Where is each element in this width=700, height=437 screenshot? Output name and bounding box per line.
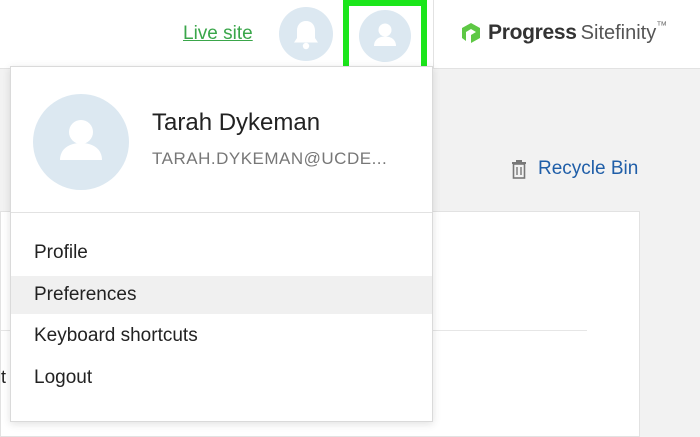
trademark: ™ [656, 20, 668, 32]
trash-icon [512, 160, 526, 179]
brand-product: Sitefinity [580, 21, 657, 44]
avatar [33, 94, 129, 190]
notifications-button[interactable] [279, 7, 333, 61]
bell-icon [294, 21, 318, 50]
user-menu-list: Profile Preferences Keyboard shortcuts L… [11, 234, 432, 401]
menu-item-keyboard-shortcuts[interactable]: Keyboard shortcuts [11, 317, 432, 355]
recycle-bin-label: Recycle Bin [538, 158, 639, 179]
menu-divider [11, 212, 432, 213]
brand-logo: Progress Sitefinity ™ [460, 18, 667, 48]
progress-logo-icon [462, 23, 480, 43]
header-divider [433, 0, 434, 68]
user-name: Tarah Dykeman [152, 109, 321, 136]
menu-item-logout[interactable]: Logout [11, 359, 432, 397]
user-icon [60, 120, 102, 160]
brand-name: Progress [488, 21, 577, 44]
user-menu-highlight [343, 0, 427, 72]
user-icon [374, 23, 396, 46]
menu-item-profile[interactable]: Profile [11, 234, 432, 272]
recycle-bin-link[interactable]: Recycle Bin [510, 158, 638, 180]
user-email: TARAH.DYKEMAN@UCDE... [152, 149, 388, 168]
user-menu-button[interactable] [359, 10, 411, 62]
menu-item-preferences[interactable]: Preferences [11, 275, 432, 314]
user-dropdown-menu: Tarah Dykeman TARAH.DYKEMAN@UCDE... Prof… [10, 66, 433, 422]
top-header: Live site Progress Sitefinity ™ [0, 0, 700, 72]
partial-text: t [1, 367, 7, 387]
live-site-link[interactable]: Live site [183, 23, 253, 45]
